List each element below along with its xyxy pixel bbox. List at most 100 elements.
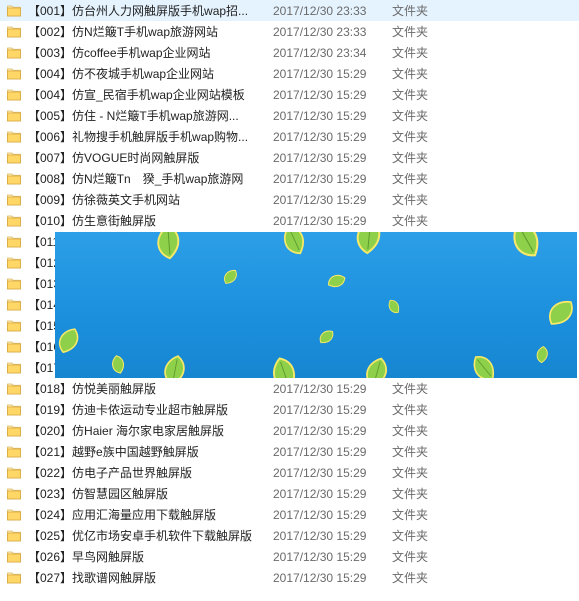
file-type: 文件夹 xyxy=(392,548,472,565)
file-type: 文件夹 xyxy=(392,464,472,481)
file-row[interactable]: 【009】仿徐薇英文手机网站2017/12/30 15:29文件夹 xyxy=(0,189,579,210)
file-row[interactable]: 【004】仿不夜城手机wap企业网站2017/12/30 15:29文件夹 xyxy=(0,63,579,84)
file-row[interactable]: 【007】仿VOGUE时尚网触屏版2017/12/30 15:29文件夹 xyxy=(0,147,579,168)
file-name: 【005】仿住 - N烂簸T手机wap旅游网... xyxy=(28,107,273,124)
file-row[interactable]: 【001】仿台州人力网触屏版手机wap招...2017/12/30 23:33文… xyxy=(0,0,579,21)
file-row[interactable]: 【019】仿迪卡侬运动专业超市触屏版2017/12/30 15:29文件夹 xyxy=(0,399,579,420)
file-date: 2017/12/30 15:29 xyxy=(273,445,392,459)
file-list: 【001】仿台州人力网触屏版手机wap招...2017/12/30 23:33文… xyxy=(0,0,579,588)
file-row[interactable]: 【023】仿智慧园区触屏版2017/12/30 15:29文件夹 xyxy=(0,483,579,504)
file-row[interactable]: 【002】仿N烂簸T手机wap旅游网站2017/12/30 23:33文件夹 xyxy=(0,21,579,42)
file-name: 【004】仿不夜城手机wap企业网站 xyxy=(28,65,273,82)
file-date: 2017/12/30 23:34 xyxy=(273,46,392,60)
file-name: 【025】优亿市场安卓手机软件下载触屏版 xyxy=(28,527,273,544)
file-type: 文件夹 xyxy=(392,128,472,145)
folder-icon xyxy=(6,234,22,250)
folder-icon xyxy=(6,570,22,586)
file-row[interactable]: 【026】早鸟网触屏版2017/12/30 15:29文件夹 xyxy=(0,546,579,567)
file-row[interactable]: 【012】 xyxy=(0,252,579,273)
file-type: 文件夹 xyxy=(392,506,472,523)
file-date: 2017/12/30 15:29 xyxy=(273,88,392,102)
file-name: 【022】仿电子产品世界触屏版 xyxy=(28,464,273,481)
folder-icon xyxy=(6,486,22,502)
file-name: 【023】仿智慧园区触屏版 xyxy=(28,485,273,502)
file-type: 文件夹 xyxy=(392,485,472,502)
file-date: 2017/12/30 15:29 xyxy=(273,214,392,228)
folder-icon xyxy=(6,444,22,460)
file-row[interactable]: 【010】仿生意街触屏版2017/12/30 15:29文件夹 xyxy=(0,210,579,231)
file-name: 【027】找歌谱网触屏版 xyxy=(28,569,273,586)
folder-icon xyxy=(6,465,22,481)
file-row[interactable]: 【016】 xyxy=(0,336,579,357)
file-row[interactable]: 【013】 xyxy=(0,273,579,294)
file-type: 文件夹 xyxy=(392,569,472,586)
folder-icon xyxy=(6,549,22,565)
file-name: 【001】仿台州人力网触屏版手机wap招... xyxy=(28,2,273,19)
file-name: 【004】仿宣_民宿手机wap企业网站模板 xyxy=(28,86,273,103)
file-row[interactable]: 【025】优亿市场安卓手机软件下载触屏版2017/12/30 15:29文件夹 xyxy=(0,525,579,546)
file-type: 文件夹 xyxy=(392,65,472,82)
file-type: 文件夹 xyxy=(392,2,472,19)
file-date: 2017/12/30 15:29 xyxy=(273,529,392,543)
file-type: 文件夹 xyxy=(392,23,472,40)
file-row[interactable]: 【020】仿Haier 海尔家电家居触屏版2017/12/30 15:29文件夹 xyxy=(0,420,579,441)
file-date: 2017/12/30 15:29 xyxy=(273,172,392,186)
file-name: 【011】 xyxy=(28,233,273,250)
file-row[interactable]: 【008】仿N烂簸Tn 猤_手机wap旅游网2017/12/30 15:29文件… xyxy=(0,168,579,189)
folder-icon xyxy=(6,108,22,124)
folder-icon xyxy=(6,255,22,271)
file-date: 2017/12/30 15:29 xyxy=(273,67,392,81)
folder-icon xyxy=(6,297,22,313)
file-date: 2017/12/30 15:29 xyxy=(273,193,392,207)
file-type: 文件夹 xyxy=(392,86,472,103)
folder-icon xyxy=(6,507,22,523)
file-row[interactable]: 【005】仿住 - N烂簸T手机wap旅游网...2017/12/30 15:2… xyxy=(0,105,579,126)
file-type: 文件夹 xyxy=(392,44,472,61)
file-row[interactable]: 【022】仿电子产品世界触屏版2017/12/30 15:29文件夹 xyxy=(0,462,579,483)
folder-icon xyxy=(6,318,22,334)
file-name: 【009】仿徐薇英文手机网站 xyxy=(28,191,273,208)
file-row[interactable]: 【003】仿coffee手机wap企业网站2017/12/30 23:34文件夹 xyxy=(0,42,579,63)
file-name: 【015】 xyxy=(28,317,273,334)
folder-icon xyxy=(6,402,22,418)
file-type: 文件夹 xyxy=(392,191,472,208)
file-type: 文件夹 xyxy=(392,149,472,166)
folder-icon xyxy=(6,360,22,376)
file-type: 文件夹 xyxy=(392,401,472,418)
file-type: 文件夹 xyxy=(392,443,472,460)
file-date: 2017/12/30 15:29 xyxy=(273,151,392,165)
file-row[interactable]: 【024】应用汇海量应用下载触屏版2017/12/30 15:29文件夹 xyxy=(0,504,579,525)
folder-icon xyxy=(6,528,22,544)
file-name: 【018】仿悦美丽触屏版 xyxy=(28,380,273,397)
folder-icon xyxy=(6,213,22,229)
file-row[interactable]: 【011】 xyxy=(0,231,579,252)
folder-icon xyxy=(6,276,22,292)
folder-icon xyxy=(6,3,22,19)
file-name: 【016】 xyxy=(28,338,273,355)
file-date: 2017/12/30 15:29 xyxy=(273,571,392,585)
file-type: 文件夹 xyxy=(392,107,472,124)
file-name: 【024】应用汇海量应用下载触屏版 xyxy=(28,506,273,523)
file-row[interactable]: 【014】 xyxy=(0,294,579,315)
file-type: 文件夹 xyxy=(392,170,472,187)
file-name: 【014】 xyxy=(28,296,273,313)
file-row[interactable]: 【018】仿悦美丽触屏版2017/12/30 15:29文件夹 xyxy=(0,378,579,399)
file-row[interactable]: 【004】仿宣_民宿手机wap企业网站模板2017/12/30 15:29文件夹 xyxy=(0,84,579,105)
file-row[interactable]: 【015】 xyxy=(0,315,579,336)
file-row[interactable]: 【006】礼物搜手机触屏版手机wap购物...2017/12/30 15:29文… xyxy=(0,126,579,147)
file-row[interactable]: 【021】越野e族中国越野触屏版2017/12/30 15:29文件夹 xyxy=(0,441,579,462)
file-row[interactable]: 【027】找歌谱网触屏版2017/12/30 15:29文件夹 xyxy=(0,567,579,588)
file-date: 2017/12/30 15:29 xyxy=(273,109,392,123)
file-name: 【013】 xyxy=(28,275,273,292)
file-date: 2017/12/30 15:29 xyxy=(273,130,392,144)
file-name: 【020】仿Haier 海尔家电家居触屏版 xyxy=(28,422,273,439)
file-row[interactable]: 【017】 xyxy=(0,357,579,378)
folder-icon xyxy=(6,381,22,397)
file-name: 【006】礼物搜手机触屏版手机wap购物... xyxy=(28,128,273,145)
file-date: 2017/12/30 15:29 xyxy=(273,403,392,417)
file-name: 【012】 xyxy=(28,254,273,271)
file-name: 【008】仿N烂簸Tn 猤_手机wap旅游网 xyxy=(28,170,273,187)
folder-icon xyxy=(6,339,22,355)
file-date: 2017/12/30 23:33 xyxy=(273,25,392,39)
folder-icon xyxy=(6,129,22,145)
